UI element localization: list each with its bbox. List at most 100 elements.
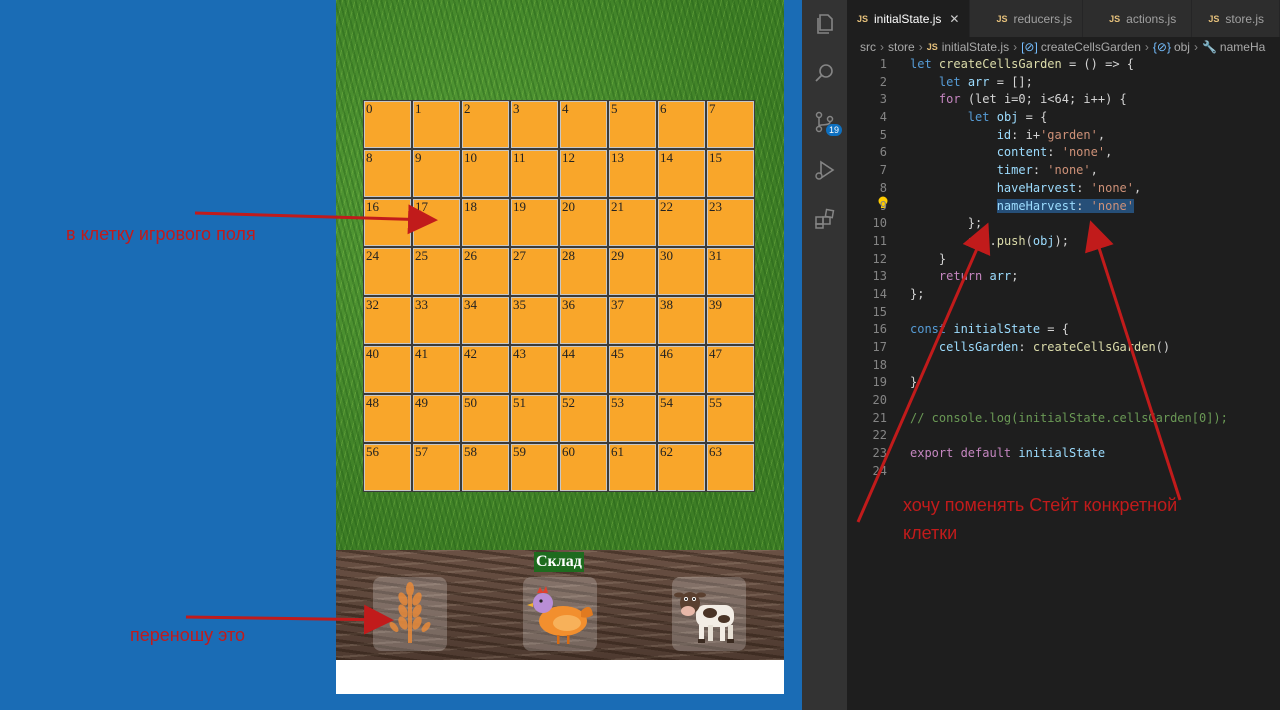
- annotation-dragging: переношу это: [130, 625, 246, 645]
- garden-cell[interactable]: 54: [657, 394, 706, 443]
- breadcrumb-object[interactable]: obj: [1174, 40, 1190, 54]
- garden-cell[interactable]: 26: [461, 247, 510, 296]
- code-line: 10 };: [872, 216, 983, 231]
- tab-reducers[interactable]: JS reducers.js: [970, 0, 1084, 37]
- garden-cell[interactable]: 47: [706, 345, 755, 394]
- run-debug-icon[interactable]: [813, 158, 837, 182]
- garden-cell[interactable]: 1: [412, 100, 461, 149]
- breadcrumb-store[interactable]: store: [888, 40, 915, 54]
- garden-cell[interactable]: 62: [657, 443, 706, 492]
- garden-cell[interactable]: 17: [412, 198, 461, 247]
- garden-cell[interactable]: 48: [363, 394, 412, 443]
- code-line: 6 content: 'none',: [879, 145, 1113, 160]
- garden-cell[interactable]: 7: [706, 100, 755, 149]
- garden-cell[interactable]: 0: [363, 100, 412, 149]
- garden-cell[interactable]: 45: [608, 345, 657, 394]
- garden-cell[interactable]: 31: [706, 247, 755, 296]
- garden-cell[interactable]: 37: [608, 296, 657, 345]
- garden-cell[interactable]: 59: [510, 443, 559, 492]
- garden-cell[interactable]: 43: [510, 345, 559, 394]
- garden-cell[interactable]: 38: [657, 296, 706, 345]
- garden-cell[interactable]: 4: [559, 100, 608, 149]
- js-file-icon: JS: [1109, 13, 1121, 24]
- garden-cell[interactable]: 58: [461, 443, 510, 492]
- storage-label: Склад: [534, 552, 584, 572]
- js-file-icon: JS: [1208, 13, 1220, 24]
- garden-cell[interactable]: 34: [461, 296, 510, 345]
- close-icon[interactable]: ✕: [949, 12, 959, 26]
- garden-cell[interactable]: 6: [657, 100, 706, 149]
- garden-cell[interactable]: 10: [461, 149, 510, 198]
- garden-cell[interactable]: 50: [461, 394, 510, 443]
- garden-cell[interactable]: 11: [510, 149, 559, 198]
- garden-cell[interactable]: 3: [510, 100, 559, 149]
- garden-cell[interactable]: 20: [559, 198, 608, 247]
- garden-cell[interactable]: 29: [608, 247, 657, 296]
- garden-cell[interactable]: 19: [510, 198, 559, 247]
- property-icon: 🔧: [1201, 40, 1217, 54]
- search-icon[interactable]: [813, 61, 837, 85]
- garden-cell[interactable]: 49: [412, 394, 461, 443]
- extensions-icon[interactable]: [813, 207, 837, 231]
- tab-store[interactable]: JS store.js: [1192, 0, 1280, 37]
- garden-cell[interactable]: 33: [412, 296, 461, 345]
- garden-cell[interactable]: 32: [363, 296, 412, 345]
- cow-slot[interactable]: [672, 577, 746, 651]
- garden-cell[interactable]: 42: [461, 345, 510, 394]
- garden-cell[interactable]: 21: [608, 198, 657, 247]
- storage-panel: Склад: [336, 550, 784, 660]
- garden-cell[interactable]: 44: [559, 345, 608, 394]
- garden-cell[interactable]: 39: [706, 296, 755, 345]
- tab-initialstate[interactable]: JS initialState.js ✕: [847, 0, 971, 37]
- chicken-slot[interactable]: [523, 577, 597, 651]
- garden-cell[interactable]: 35: [510, 296, 559, 345]
- garden-cell[interactable]: 57: [412, 443, 461, 492]
- garden-cell[interactable]: 24: [363, 247, 412, 296]
- garden-cell[interactable]: 22: [657, 198, 706, 247]
- garden-cell[interactable]: 15: [706, 149, 755, 198]
- garden-cell[interactable]: 25: [412, 247, 461, 296]
- garden-cell[interactable]: 13: [608, 149, 657, 198]
- garden-cell[interactable]: 18: [461, 198, 510, 247]
- garden-cell[interactable]: 2: [461, 100, 510, 149]
- garden-cell[interactable]: 12: [559, 149, 608, 198]
- code-area[interactable]: 1 let createCellsGarden = () => { 2 let a…: [847, 56, 1280, 481]
- explorer-icon[interactable]: [813, 12, 837, 36]
- garden-cell[interactable]: 9: [412, 149, 461, 198]
- code-line: 5 id: i+'garden',: [879, 127, 1106, 142]
- garden-cell[interactable]: 51: [510, 394, 559, 443]
- garden-cell[interactable]: 28: [559, 247, 608, 296]
- breadcrumb-src[interactable]: src: [860, 40, 876, 54]
- garden-cell[interactable]: 61: [608, 443, 657, 492]
- garden-cell[interactable]: 36: [559, 296, 608, 345]
- code-editor: 19 JS initialState.js ✕ JS reducers.js J…: [802, 0, 1280, 710]
- editor-tabs: JS initialState.js ✕ JS reducers.js JS a…: [847, 0, 1280, 37]
- code-line: 12 }: [872, 251, 947, 266]
- garden-cell[interactable]: 41: [412, 345, 461, 394]
- garden-cell[interactable]: 55: [706, 394, 755, 443]
- activity-bar: 19: [802, 0, 847, 710]
- garden-cell[interactable]: 52: [559, 394, 608, 443]
- code-line: 18: [872, 357, 887, 372]
- chevron-right-icon: ›: [1193, 40, 1198, 54]
- garden-cell[interactable]: 53: [608, 394, 657, 443]
- garden-cell[interactable]: 56: [363, 443, 412, 492]
- garden-cell[interactable]: 8: [363, 149, 412, 198]
- garden-cell[interactable]: 30: [657, 247, 706, 296]
- code-line-selected: 9 nameHarvest: 'none': [879, 198, 1134, 213]
- garden-cell[interactable]: 46: [657, 345, 706, 394]
- garden-cell[interactable]: 16: [363, 198, 412, 247]
- garden-cell[interactable]: 23: [706, 198, 755, 247]
- breadcrumb-function[interactable]: createCellsGarden: [1041, 40, 1141, 54]
- garden-cell[interactable]: 60: [559, 443, 608, 492]
- chevron-right-icon: ›: [880, 40, 884, 54]
- breadcrumb-property[interactable]: nameHa: [1220, 40, 1265, 54]
- garden-cell[interactable]: 63: [706, 443, 755, 492]
- garden-cell[interactable]: 14: [657, 149, 706, 198]
- breadcrumb-file[interactable]: initialState.js: [942, 40, 1009, 54]
- garden-cell[interactable]: 40: [363, 345, 412, 394]
- tab-actions[interactable]: JS actions.js: [1083, 0, 1193, 37]
- wheat-slot[interactable]: [373, 577, 447, 651]
- garden-cell[interactable]: 5: [608, 100, 657, 149]
- garden-cell[interactable]: 27: [510, 247, 559, 296]
